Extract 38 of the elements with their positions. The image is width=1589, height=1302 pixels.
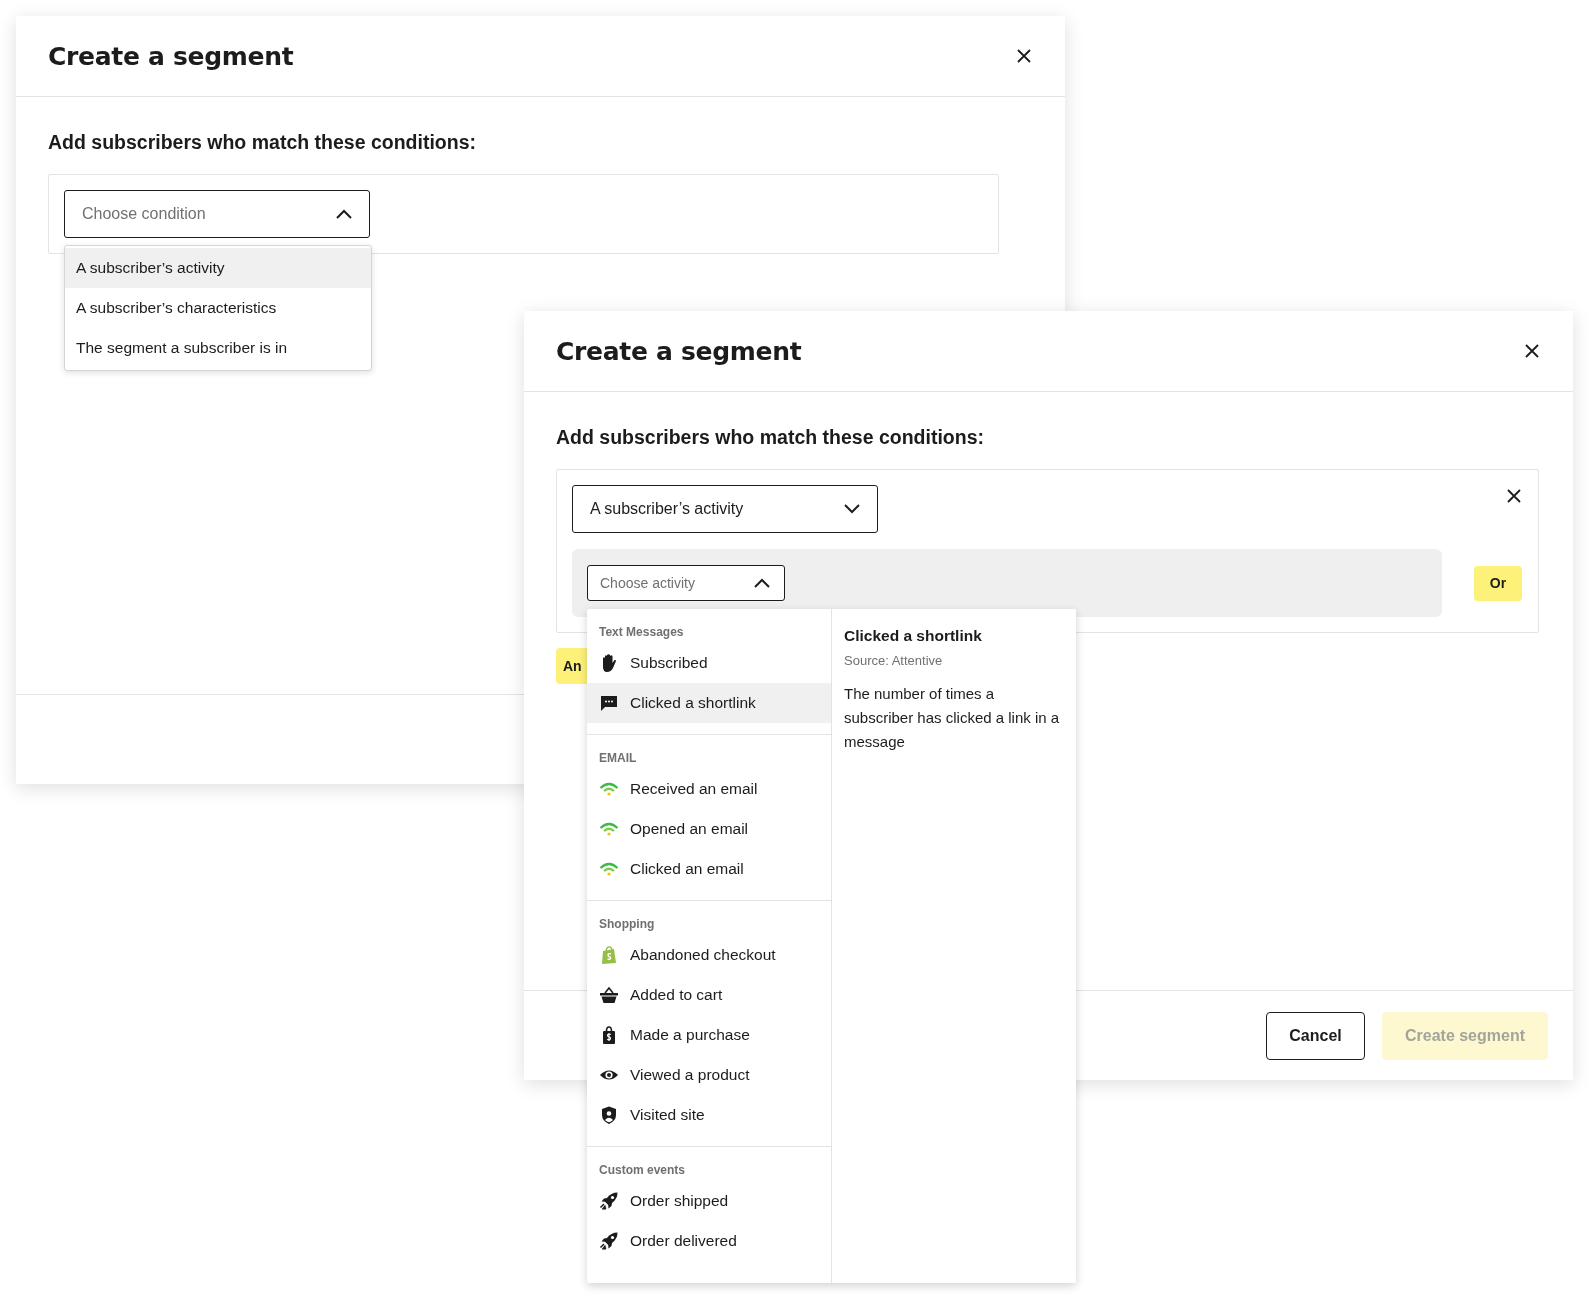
menu-item[interactable]: Subscribed	[587, 643, 831, 683]
detail-source: Source: Attentive	[844, 653, 944, 668]
section-heading: Add subscribers who match these conditions:	[48, 131, 476, 154]
dialog-title: Create a segment	[556, 336, 802, 366]
cancel-button[interactable]: Cancel	[1266, 1011, 1365, 1060]
group-label: Shopping	[598, 916, 656, 933]
menu-item[interactable]: Received an email	[587, 769, 831, 809]
basket-icon	[599, 985, 619, 1005]
detail-description: The number of times a subscriber has clicked a link in a message	[844, 684, 1061, 752]
rocket-icon	[599, 1231, 619, 1251]
menu-item[interactable]: Abandoned checkout	[587, 935, 831, 975]
menu-item[interactable]: Clicked an email	[587, 849, 831, 889]
menu-item[interactable]: A subscriber’s characteristics	[65, 288, 371, 328]
menu-item[interactable]: Made a purchase	[587, 1015, 831, 1055]
shopping-bag-icon	[599, 945, 619, 965]
detail-title: Clicked a shortlink	[844, 627, 983, 645]
rocket-icon	[599, 1191, 619, 1211]
chat-bubble-icon	[599, 693, 619, 713]
menu-item[interactable]: Added to cart	[587, 975, 831, 1015]
dialog-title: Create a segment	[48, 41, 294, 71]
menu-item[interactable]: Order delivered	[587, 1221, 831, 1261]
menu-item[interactable]: Opened an email	[587, 809, 831, 849]
section-heading: Add subscribers who match these conditions:	[556, 426, 984, 449]
group-label: EMAIL	[598, 750, 638, 767]
menu-item[interactable]: Clicked a shortlink	[587, 683, 831, 723]
or-button[interactable]: Or	[1474, 565, 1522, 601]
and-button[interactable]: An	[556, 648, 587, 684]
menu-item[interactable]: Order shipped	[587, 1181, 831, 1221]
menu-item[interactable]: The segment a subscriber is in	[65, 328, 371, 368]
group-label: Custom events	[598, 1162, 687, 1179]
menu-item[interactable]: Viewed a product	[587, 1055, 831, 1095]
menu-item[interactable]: Visited site	[587, 1095, 831, 1135]
activity-dropdown[interactable]: Choose activity	[587, 565, 785, 601]
condition-dropdown[interactable]: Choose condition	[64, 190, 370, 238]
condition-dropdown[interactable]: A subscriber’s activity	[572, 485, 878, 533]
group-label: Text Messages	[598, 624, 685, 641]
shield-icon	[599, 1105, 619, 1125]
menu-item[interactable]: A subscriber’s activity	[65, 248, 371, 288]
